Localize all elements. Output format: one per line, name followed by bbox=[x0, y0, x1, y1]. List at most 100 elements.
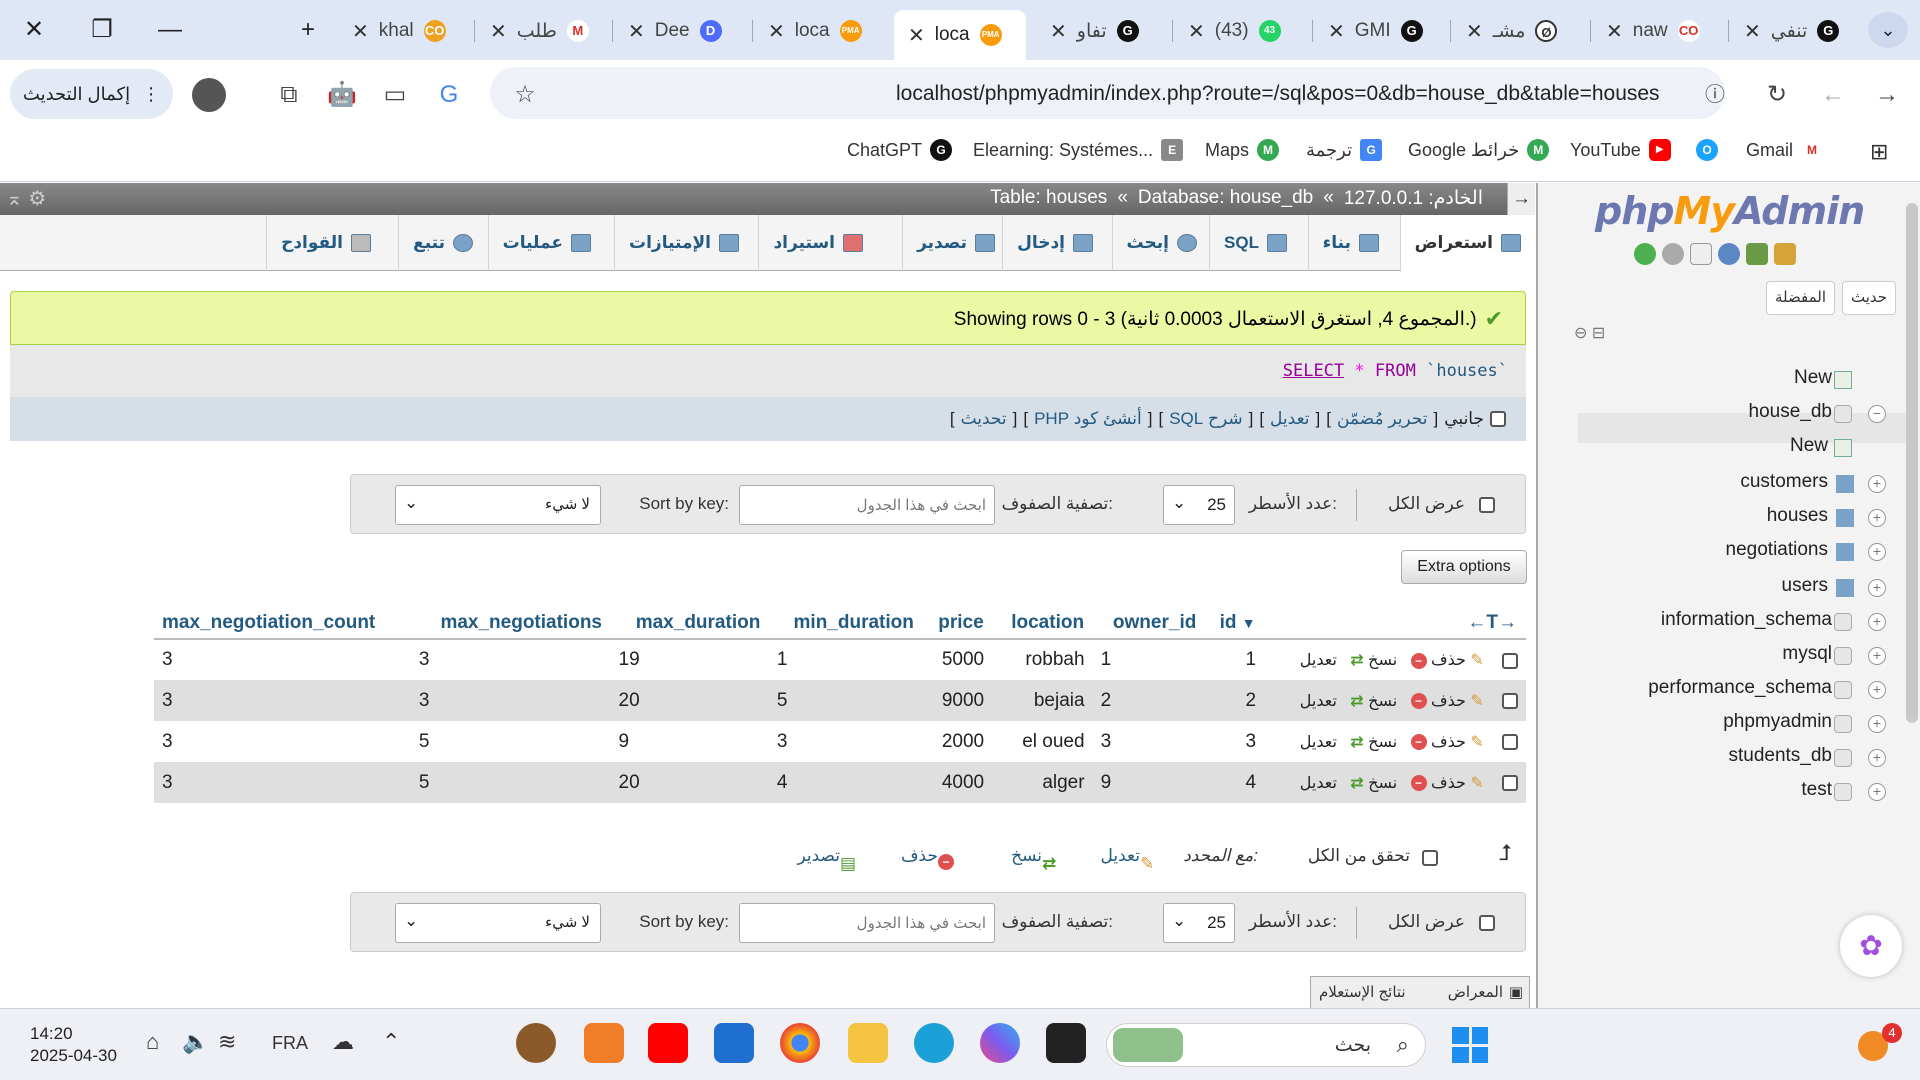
cell-price[interactable]: 9000 bbox=[922, 680, 993, 721]
expand-arrow-icon[interactable]: → bbox=[1507, 183, 1535, 215]
tab-close-icon[interactable]: ✕ bbox=[490, 19, 507, 44]
update-button[interactable]: إكمال التحديث ⋮ bbox=[10, 69, 173, 119]
row-checkbox[interactable] bbox=[1501, 775, 1518, 792]
col-id[interactable]: id ▼ bbox=[1204, 607, 1265, 640]
col-price[interactable]: price bbox=[922, 607, 993, 640]
cell-location[interactable]: robbah bbox=[992, 639, 1093, 680]
screenshot-icon[interactable]: ▭ bbox=[380, 80, 410, 110]
sidebar-item-test[interactable]: test bbox=[1801, 779, 1832, 801]
tab-search-chevron-icon[interactable]: ⌄ bbox=[1868, 12, 1908, 48]
close-window-button[interactable]: ✕ bbox=[10, 10, 58, 50]
sidebar-item-house-db[interactable]: house_db bbox=[1749, 401, 1832, 423]
expand-icon[interactable]: + bbox=[1868, 475, 1886, 493]
cell-owner-id[interactable]: 2 bbox=[1092, 680, 1205, 721]
tab-close-icon[interactable]: ✕ bbox=[1188, 19, 1205, 44]
recent-tab[interactable]: حديث bbox=[1842, 281, 1897, 315]
cell-max-negotiations[interactable]: 3 bbox=[410, 639, 611, 680]
browser-tab[interactable]: ✕ مشـ Ø bbox=[1452, 10, 1571, 52]
browser-tab[interactable]: ✕ loca PMA bbox=[754, 10, 876, 52]
tab-close-icon[interactable]: ✕ bbox=[1328, 19, 1345, 44]
extensions-icon[interactable]: ⧉ bbox=[274, 80, 304, 110]
col-owner-id[interactable]: owner_id bbox=[1092, 607, 1206, 640]
rows-per-page-select[interactable]: 25 ⌄ bbox=[1163, 903, 1235, 943]
tab-close-icon[interactable]: ✕ bbox=[1606, 19, 1623, 44]
language-indicator[interactable]: FRA bbox=[272, 1033, 308, 1054]
volume-icon[interactable]: 🔈 bbox=[182, 1029, 209, 1055]
cell-owner-id[interactable]: 3 bbox=[1092, 721, 1205, 762]
xampp-icon[interactable] bbox=[584, 1023, 624, 1063]
expand-icon[interactable]: + bbox=[1868, 509, 1886, 527]
table-row[interactable]: 3 5 20 4 4000 alger 9 4 حذف − نسخ ⇄ تعديل ✎ bbox=[154, 762, 1526, 803]
settings-icon[interactable] bbox=[1662, 243, 1684, 265]
breadcrumb-server[interactable]: الخادم: 127.0.0.1 bbox=[1344, 187, 1483, 210]
cell-max-negotiations[interactable]: 3 bbox=[410, 680, 611, 721]
home-icon[interactable] bbox=[1774, 243, 1796, 265]
browser-tab[interactable]: ✕ (43) 43 bbox=[1174, 10, 1295, 52]
sidebar-item-information-schema[interactable]: information_schema bbox=[1661, 609, 1832, 631]
profile-avatar[interactable] bbox=[192, 78, 226, 112]
store-icon[interactable] bbox=[714, 1023, 754, 1063]
url-text[interactable]: localhost/phpmyadmin/index.php?route=/sq… bbox=[896, 82, 1660, 106]
cell-owner-id[interactable]: 9 bbox=[1092, 762, 1205, 803]
sidebar-item-performance-schema[interactable]: performance_schema bbox=[1648, 677, 1832, 699]
cell-max-negotiation-count[interactable]: 3 bbox=[154, 762, 411, 803]
cell-price[interactable]: 2000 bbox=[922, 721, 993, 762]
cell-price[interactable]: 5000 bbox=[922, 639, 993, 680]
expand-icon[interactable]: + bbox=[1868, 681, 1886, 699]
docs-icon[interactable] bbox=[1690, 243, 1712, 265]
col-max-duration[interactable]: max_duration bbox=[610, 607, 770, 640]
sort-by-key-select[interactable]: لا شيء ⌄ bbox=[395, 903, 601, 943]
cell-max-duration[interactable]: 20 bbox=[610, 762, 769, 803]
show-all-checkbox[interactable] bbox=[1479, 915, 1495, 931]
apps-grid-icon[interactable]: ⊞ bbox=[1870, 139, 1888, 165]
chevron-up-icon[interactable]: ⌃ bbox=[382, 1029, 400, 1055]
terminal-icon[interactable] bbox=[1046, 1023, 1086, 1063]
file-explorer-icon[interactable] bbox=[848, 1023, 888, 1063]
browser-tab[interactable]: ✕ GMI G bbox=[1314, 10, 1437, 52]
collapse-all-icon[interactable]: ⊖ ⊟ bbox=[1574, 323, 1605, 343]
browser-tab-active[interactable]: ✕ loca PMA bbox=[894, 10, 1026, 60]
browser-tab[interactable]: ✕ Dee D bbox=[614, 10, 736, 52]
sidebar-item-students-db[interactable]: students_db bbox=[1728, 745, 1832, 767]
tab-triggers[interactable]: القوادح bbox=[266, 215, 385, 271]
expand-icon[interactable]: + bbox=[1868, 613, 1886, 631]
sidebar-item-houses[interactable]: houses bbox=[1767, 505, 1828, 527]
sidebar-item-customers[interactable]: customers bbox=[1740, 471, 1828, 493]
bookmark-youtube[interactable]: YouTube ▶ bbox=[1570, 139, 1671, 161]
cell-max-negotiations[interactable]: 5 bbox=[410, 721, 611, 762]
row-copy-button[interactable]: نسخ ⇄ bbox=[1350, 775, 1397, 792]
cell-id[interactable]: 3 bbox=[1204, 721, 1265, 762]
expand-icon[interactable]: + bbox=[1868, 715, 1886, 733]
youtube-icon[interactable] bbox=[648, 1023, 688, 1063]
cell-min-duration[interactable]: 4 bbox=[768, 762, 923, 803]
row-copy-button[interactable]: نسخ ⇄ bbox=[1350, 734, 1397, 751]
link-profiling[interactable]: تحرير مُضمّن bbox=[1337, 409, 1428, 429]
col-max-negotiations[interactable]: max_negotiations bbox=[410, 607, 611, 640]
phpmyadmin-logo[interactable]: phpMyAdmin bbox=[1595, 189, 1865, 233]
tab-search[interactable]: إبحث bbox=[1111, 215, 1211, 271]
cell-location[interactable]: alger bbox=[992, 762, 1093, 803]
network-battery-icon[interactable]: ⌂ bbox=[146, 1029, 159, 1055]
tab-close-icon[interactable]: ✕ bbox=[1466, 19, 1483, 44]
filter-rows-input[interactable]: ابحث في هذا الجدول bbox=[739, 485, 995, 525]
reload-icon[interactable]: ↻ bbox=[1762, 80, 1792, 110]
bookmark-elearning[interactable]: Elearning: Systémes... E bbox=[973, 139, 1184, 161]
tab-browse[interactable]: استعراض bbox=[1399, 215, 1535, 272]
home-refresh-icon[interactable] bbox=[1634, 243, 1656, 265]
expand-icon[interactable]: + bbox=[1868, 543, 1886, 561]
favorites-tab[interactable]: المفضلة bbox=[1766, 281, 1836, 315]
sidebar-item-phpmyadmin[interactable]: phpmyadmin bbox=[1723, 711, 1832, 733]
tab-close-icon[interactable]: ✕ bbox=[352, 19, 369, 44]
cell-min-duration[interactable]: 5 bbox=[768, 680, 923, 721]
bookmark-star-icon[interactable]: ☆ bbox=[510, 80, 540, 110]
check-all-checkbox[interactable] bbox=[1422, 850, 1438, 866]
cell-max-negotiation-count[interactable]: 3 bbox=[154, 639, 411, 680]
clock[interactable]: 14:20 2025-04-30 bbox=[30, 1023, 117, 1067]
bulk-export-button[interactable]: تصدير ▤ bbox=[797, 846, 856, 873]
cell-max-duration[interactable]: 9 bbox=[610, 721, 769, 762]
assistant-floating-icon[interactable]: ✿ bbox=[1840, 915, 1902, 977]
tab-close-icon[interactable]: ✕ bbox=[628, 19, 645, 44]
cell-price[interactable]: 4000 bbox=[922, 762, 993, 803]
table-row[interactable]: 3 3 20 5 9000 bejaia 2 2 حذف − نسخ ⇄ تعديل ✎ bbox=[154, 680, 1526, 721]
help-icon[interactable] bbox=[1718, 243, 1740, 265]
